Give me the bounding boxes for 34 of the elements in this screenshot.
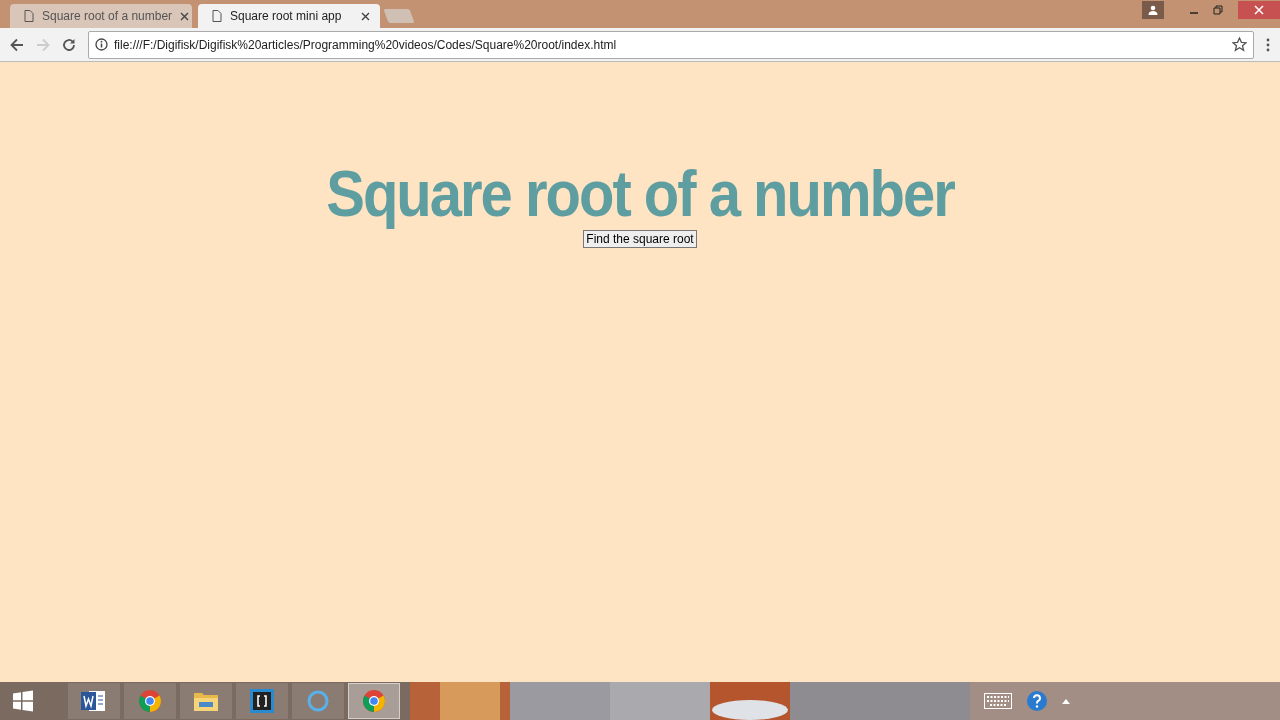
url-text: file:///F:/Digifisk/Digifisk%20articles/Programming%20videos/Codes/Square%20root/index.html <box>114 37 618 52</box>
profile-button[interactable] <box>1142 1 1164 19</box>
chevron-up-icon[interactable] <box>1062 698 1070 704</box>
brackets-icon <box>250 689 274 713</box>
start-icon[interactable] <box>12 690 34 712</box>
close-icon[interactable] <box>180 11 190 21</box>
menu-icon[interactable] <box>1266 37 1270 52</box>
tab-title: Square root of a number <box>42 9 173 23</box>
chrome-icon <box>138 689 162 713</box>
close-icon <box>1254 5 1264 15</box>
help-icon[interactable] <box>1026 690 1048 712</box>
circle-icon <box>306 689 330 713</box>
reload-icon[interactable] <box>62 37 76 52</box>
word-icon <box>81 689 107 713</box>
page-heading: Square root of a number <box>326 158 954 230</box>
taskbar-button[interactable] <box>68 683 120 719</box>
close-icon[interactable] <box>361 11 370 21</box>
browser-tab[interactable]: Square root of a number <box>10 4 192 28</box>
close-button[interactable] <box>1238 1 1280 19</box>
page-icon <box>24 10 34 22</box>
browser-tab[interactable]: Square root mini app <box>198 4 380 28</box>
back-icon[interactable] <box>10 37 24 52</box>
find-button[interactable]: Find the square root <box>583 230 697 248</box>
keyboard-icon[interactable] <box>984 693 1012 709</box>
chrome-icon <box>362 689 386 713</box>
tab-title: Square root mini app <box>230 9 343 23</box>
restore-icon[interactable] <box>1213 5 1223 15</box>
page-icon <box>212 10 222 22</box>
info-icon <box>95 38 108 51</box>
address-bar[interactable]: file:///F:/Digifisk/Digifisk%20articles/Programming%20videos/Codes/Square%20root/index.html <box>88 30 1254 59</box>
star-icon[interactable] <box>1232 37 1247 52</box>
person-icon <box>1148 5 1158 15</box>
taskbar-button[interactable] <box>236 683 288 719</box>
folder-icon <box>193 690 219 712</box>
